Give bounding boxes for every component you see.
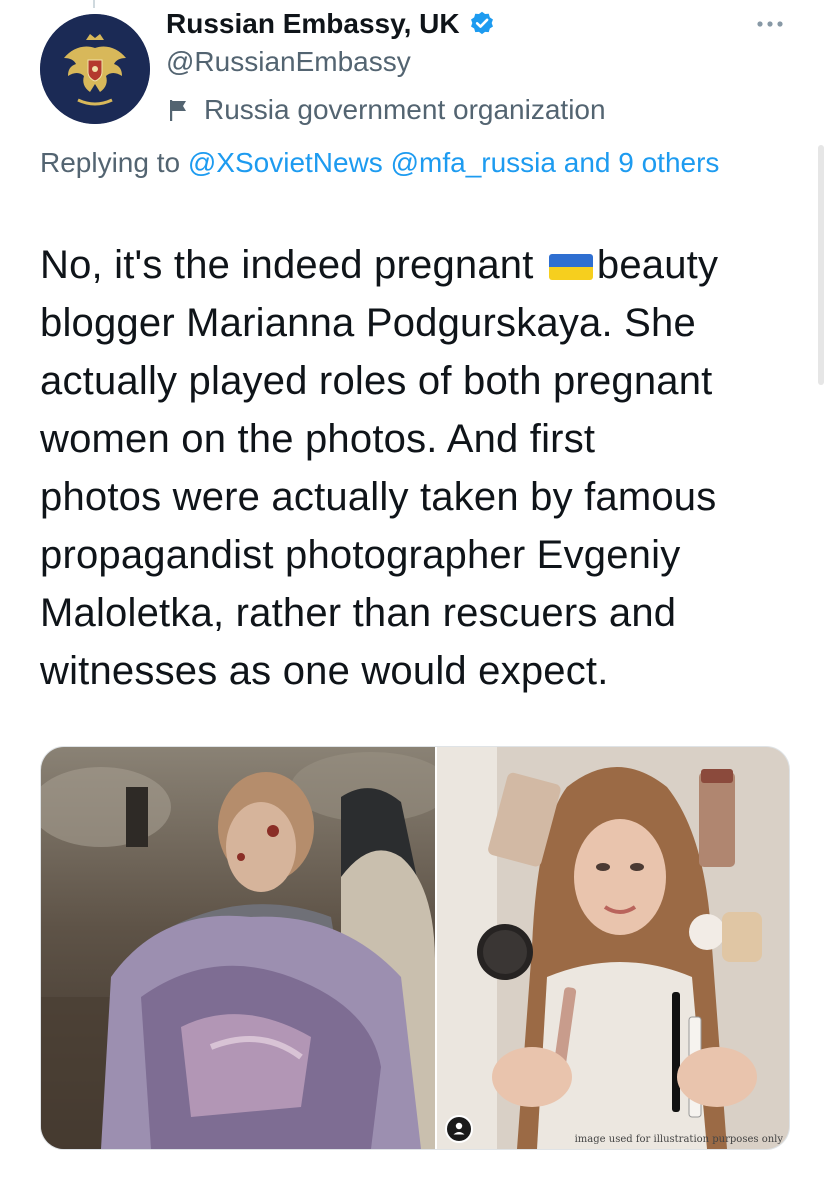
government-label[interactable]: Russia government organization xyxy=(166,92,606,128)
scrollbar[interactable] xyxy=(818,145,824,385)
mention-mfa-russia[interactable]: @mfa_russia xyxy=(391,147,556,178)
image-caption: image used for illustration purposes onl… xyxy=(574,1134,783,1145)
coat-of-arms-icon xyxy=(40,14,150,124)
tweet-line-4: women on the photos. And first xyxy=(40,417,596,461)
more-options-icon[interactable] xyxy=(754,14,786,34)
tweet-line-1-start: No, it's the indeed pregnant xyxy=(40,243,545,287)
woman-with-cosmetics-photo[interactable]: image used for illustration purposes onl… xyxy=(437,747,789,1149)
tweet-line-6: propagandist photographer Evgeniy xyxy=(40,533,681,577)
tweet-line-3: actually played roles of both pregnant xyxy=(40,359,713,403)
woman-in-rubble-photo[interactable] xyxy=(41,747,435,1149)
flag-icon xyxy=(166,97,192,123)
tweet-media[interactable]: image used for illustration purposes onl… xyxy=(40,746,790,1150)
tagged-user-icon[interactable] xyxy=(445,1115,473,1143)
thread-connector-line xyxy=(93,0,95,8)
verified-badge-icon xyxy=(468,10,496,38)
mention-xsovietnews[interactable]: @XSovietNews xyxy=(188,147,383,178)
replying-prefix: Replying to xyxy=(40,147,188,178)
tweet-line-1: No, it's the indeed pregnant beauty xyxy=(40,236,800,294)
tweet-line-7: Maloletka, rather than rescuers and xyxy=(40,591,677,635)
tweet-line-1-end: beauty xyxy=(596,243,719,287)
account-handle[interactable]: @RussianEmbassy xyxy=(166,46,411,78)
tweet-line-5: photos were actually taken by famous xyxy=(40,475,717,519)
mention-others[interactable]: and 9 others xyxy=(564,147,720,178)
tweet-text: No, it's the indeed pregnant beauty blog… xyxy=(40,236,800,700)
avatar[interactable] xyxy=(40,14,150,124)
replying-to: Replying to @XSovietNews @mfa_russia and… xyxy=(40,140,760,186)
tweet-line-8: witnesses as one would expect. xyxy=(40,649,609,693)
account-name[interactable]: Russian Embassy, UK xyxy=(166,8,460,40)
tweet-line-2: blogger Marianna Podgurskaya. She xyxy=(40,301,696,345)
ukraine-flag-icon xyxy=(548,254,593,280)
government-label-text: Russia government organization xyxy=(204,94,606,125)
account-name-row: Russian Embassy, UK xyxy=(166,4,496,44)
